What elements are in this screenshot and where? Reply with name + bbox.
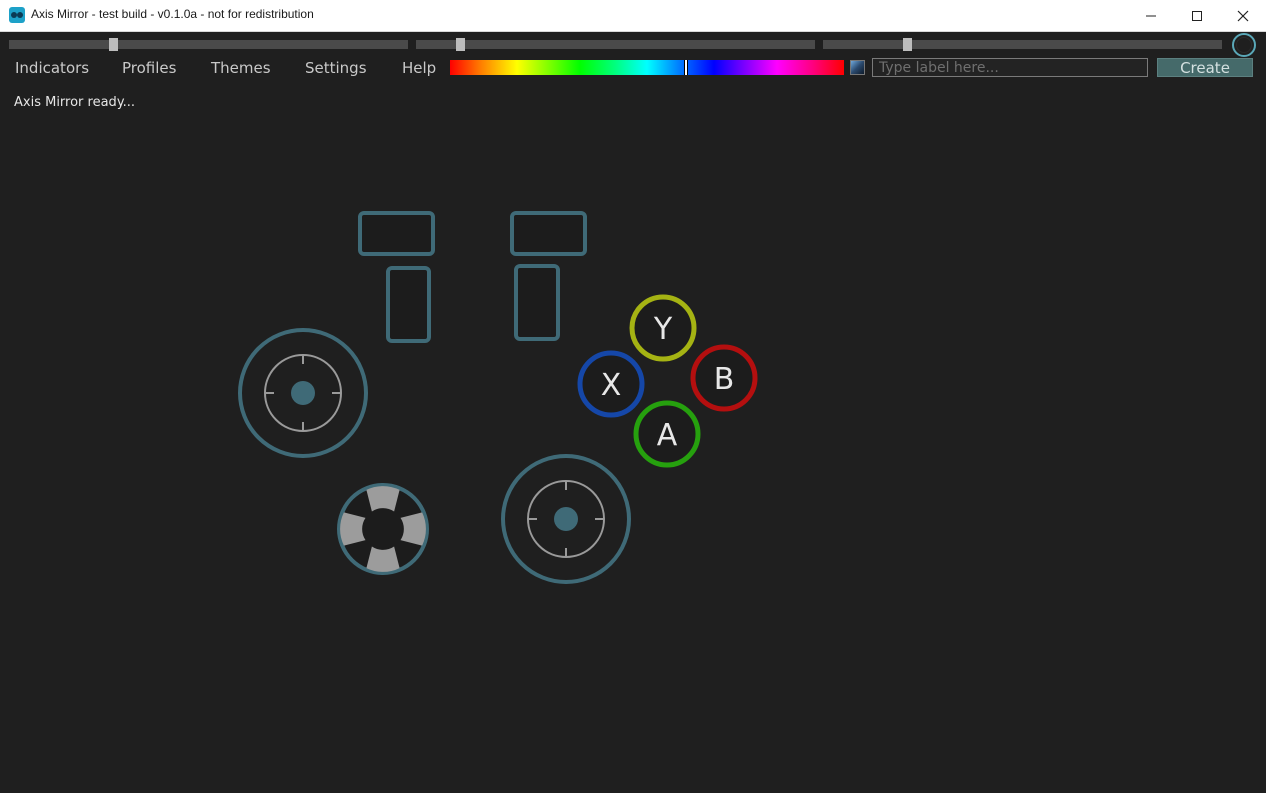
dpad-right <box>400 512 426 546</box>
right-trigger <box>514 264 560 341</box>
left-bumper <box>358 211 435 256</box>
dpad-down <box>366 546 400 572</box>
right-stick <box>501 454 631 584</box>
face-button-y-label: Y <box>653 312 673 347</box>
right-bumper <box>510 211 587 256</box>
left-stick <box>238 328 368 458</box>
face-button-y: Y <box>629 294 697 362</box>
controller-diagram: Y X B A <box>238 211 758 584</box>
face-button-a-label: A <box>657 418 678 453</box>
face-button-a: A <box>633 400 701 468</box>
face-button-b: B <box>690 344 758 412</box>
face-button-b-label: B <box>714 362 735 397</box>
left-trigger <box>386 266 431 343</box>
dpad-up <box>366 486 400 512</box>
face-button-x: X <box>577 350 645 418</box>
dpad <box>337 483 429 575</box>
dpad-left <box>340 512 366 546</box>
face-button-x-label: X <box>601 368 622 403</box>
